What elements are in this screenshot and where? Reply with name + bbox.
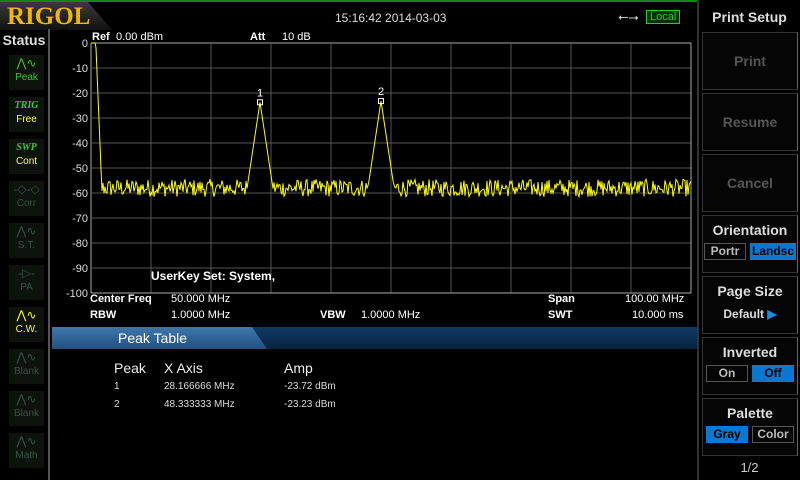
status-label: Blank bbox=[13, 408, 39, 419]
cell: 48.333333 MHz bbox=[164, 399, 235, 410]
status-label: PA bbox=[20, 282, 33, 293]
cell: 28.166666 MHz bbox=[164, 381, 235, 392]
menu-page-indicator: 1/2 bbox=[740, 460, 759, 475]
softkey-label: Resume bbox=[722, 114, 778, 130]
cw-icon[interactable]: ⋀∿ C.W. bbox=[9, 307, 44, 342]
preamp-icon[interactable]: -▷- PA bbox=[9, 265, 44, 300]
span-value: 100.00 MHz bbox=[625, 293, 685, 305]
peak-status-icon[interactable]: ⋀∿ Peak bbox=[9, 55, 44, 90]
gray-option[interactable]: Gray bbox=[706, 426, 748, 443]
math-icon[interactable]: ⋀∿ Math bbox=[9, 433, 44, 468]
peak-table-header: Peak Table bbox=[52, 327, 697, 349]
marker-label: 2 bbox=[378, 86, 384, 98]
y-tick-label: -10 bbox=[72, 63, 88, 75]
softkey-label: Palette bbox=[727, 405, 773, 421]
status-label: Cont bbox=[15, 156, 38, 167]
local-status-badge: Local bbox=[646, 10, 681, 24]
y-tick-label: -20 bbox=[72, 88, 88, 100]
cell: 1 bbox=[114, 381, 120, 392]
status-title: Status bbox=[2, 32, 46, 48]
arrow-right-icon: ▶ bbox=[767, 307, 777, 321]
top-bar: RIGOL 15:16:42 2014-03-03 ⭠⭢ Local bbox=[0, 0, 697, 30]
blank-icon[interactable]: ⋀∿ Blank bbox=[9, 391, 44, 426]
cell: -23.23 dBm bbox=[284, 399, 336, 410]
cancel-button[interactable]: Cancel bbox=[702, 154, 798, 212]
status-label: Free bbox=[16, 114, 37, 125]
inverted-softkey[interactable]: Inverted On Off bbox=[702, 337, 798, 395]
softkey-label: Orientation bbox=[712, 222, 788, 238]
status-label: Peak bbox=[15, 72, 38, 83]
y-tick-label: -70 bbox=[72, 213, 88, 225]
palette-softkey[interactable]: Palette Gray Color bbox=[702, 398, 798, 456]
page-size-value: Default bbox=[723, 307, 765, 321]
y-tick-label: -30 bbox=[72, 113, 88, 125]
vbw-value: 1.0000 MHz bbox=[361, 309, 421, 321]
signal-track-icon[interactable]: ⋀∿ S.T. bbox=[9, 223, 44, 258]
rbw-label: RBW bbox=[90, 309, 117, 321]
y-tick-label: -100 bbox=[66, 288, 88, 300]
vbw-label: VBW bbox=[320, 309, 346, 321]
inverted-off-option[interactable]: Off bbox=[752, 365, 794, 382]
y-tick-label: 0 bbox=[82, 38, 88, 50]
usb-icon: ⭠⭢ bbox=[618, 9, 639, 24]
center-freq-value: 50.000 MHz bbox=[171, 293, 231, 305]
softkey-menu: Print Setup Print Resume Cancel Orientat… bbox=[697, 0, 800, 480]
print-button[interactable]: Print bbox=[702, 32, 798, 90]
resume-button[interactable]: Resume bbox=[702, 93, 798, 151]
trig-label: TRIG bbox=[14, 100, 39, 111]
y-tick-label: -60 bbox=[72, 188, 88, 200]
rbw-value: 1.0000 MHz bbox=[171, 309, 231, 321]
softkey-label: Page Size bbox=[717, 283, 783, 299]
landscape-option[interactable]: Landsc bbox=[750, 243, 796, 260]
inverted-on-option[interactable]: On bbox=[706, 365, 748, 382]
y-tick-label: -80 bbox=[72, 238, 88, 250]
cell: 2 bbox=[114, 399, 120, 410]
sweep-status[interactable]: SWP Cont bbox=[9, 139, 44, 174]
y-tick-label: -90 bbox=[72, 263, 88, 275]
page-size-softkey[interactable]: Page Size Default ▶ bbox=[702, 276, 798, 334]
blank-icon[interactable]: ⋀∿ Blank bbox=[9, 349, 44, 384]
status-label: Corr bbox=[16, 198, 37, 209]
col-peak: Peak bbox=[114, 360, 146, 376]
status-column: Status ⋀∿ Peak TRIG Free SWP Cont -◇-◇ Corr … bbox=[0, 29, 50, 480]
userkey-text: UserKey Set: System, bbox=[151, 269, 276, 283]
marker-label: 1 bbox=[257, 87, 263, 99]
status-label: S.T. bbox=[17, 240, 36, 251]
softkey-label: Inverted bbox=[722, 344, 778, 360]
cell: -23.72 dBm bbox=[284, 381, 336, 392]
y-tick-label: -40 bbox=[72, 138, 88, 150]
swp-label: SWP bbox=[16, 142, 37, 153]
y-tick-label: -50 bbox=[72, 163, 88, 175]
rigol-logo: RIGOL bbox=[0, 2, 112, 30]
col-amp: Amp bbox=[284, 360, 313, 376]
span-label: Span bbox=[548, 293, 575, 305]
softkey-label: Cancel bbox=[727, 175, 773, 191]
status-label: C.W. bbox=[15, 324, 38, 335]
menu-title: Print Setup bbox=[712, 9, 787, 25]
spectrum-display[interactable]: Ref 0.00 dBm Att 10 dB 0 -10 -20 -30 -40 -50-… bbox=[52, 29, 697, 325]
swt-label: SWT bbox=[548, 309, 573, 321]
datetime: 15:16:42 2014-03-03 bbox=[335, 11, 447, 25]
peak-table-tab[interactable]: Peak Table bbox=[52, 327, 267, 349]
color-option[interactable]: Color bbox=[752, 426, 794, 443]
orientation-softkey[interactable]: Orientation Portr Landsc bbox=[702, 215, 798, 273]
corr-icon[interactable]: -◇-◇ Corr bbox=[9, 181, 44, 216]
col-x-axis: X Axis bbox=[164, 360, 203, 376]
center-freq-label: Center Freq bbox=[90, 293, 152, 305]
softkey-label: Print bbox=[734, 53, 766, 69]
trig-status[interactable]: TRIG Free bbox=[9, 97, 44, 132]
portrait-option[interactable]: Portr bbox=[704, 243, 746, 260]
swt-value: 10.000 ms bbox=[632, 309, 684, 321]
status-label: Blank bbox=[13, 366, 39, 377]
spectrum-plot: 0 -10 -20 -30 -40 -50 -60 -70 -80 -90 -100 1 2 bbox=[66, 38, 692, 300]
status-label: Math bbox=[15, 450, 38, 461]
